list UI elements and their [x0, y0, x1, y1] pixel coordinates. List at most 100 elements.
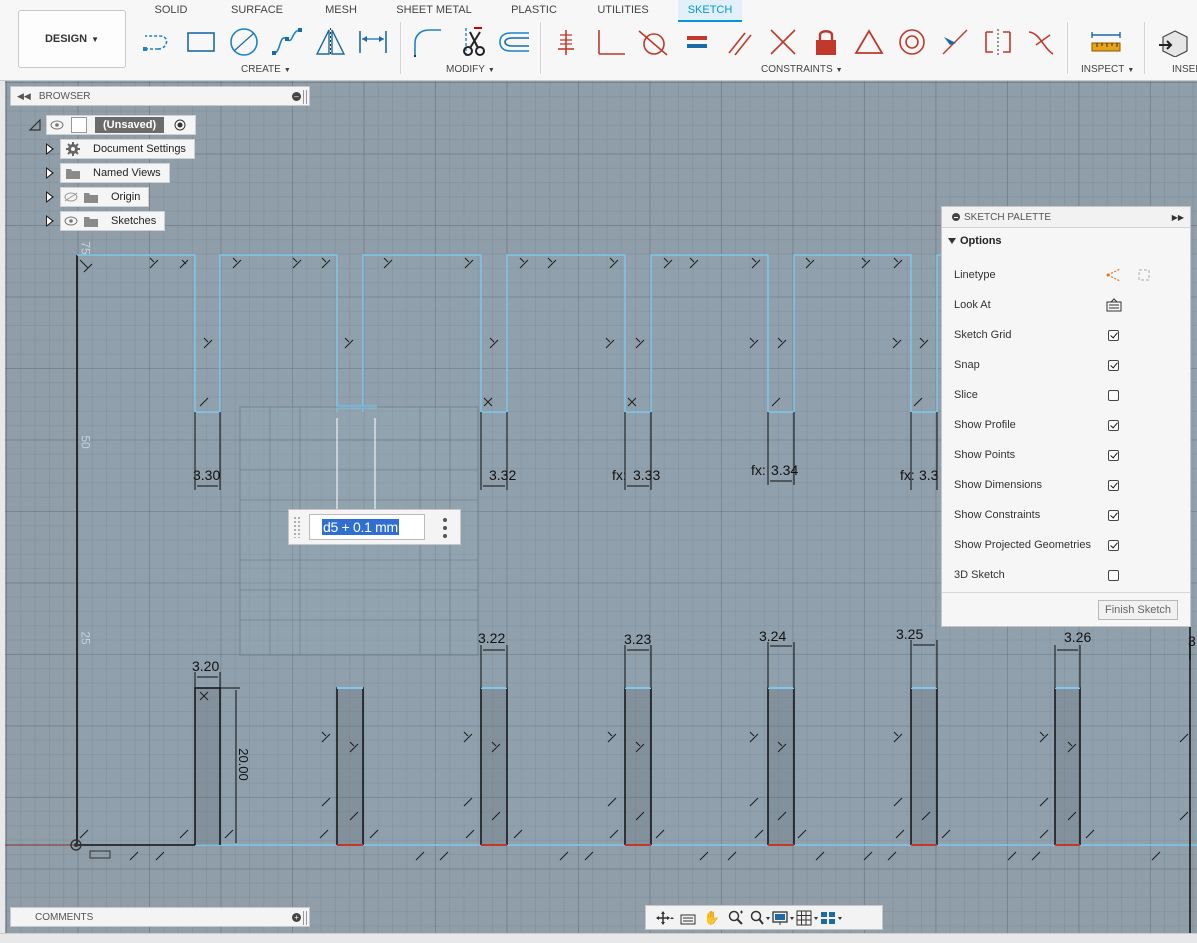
minimize-icon[interactable]: [952, 213, 960, 221]
dimension-label[interactable]: 3.33: [633, 467, 660, 483]
browser-item-origin[interactable]: Origin: [46, 187, 150, 207]
tab-plastic[interactable]: PLASTIC: [506, 0, 562, 20]
tab-mesh[interactable]: MESH: [318, 0, 364, 20]
parallel-constraint-icon[interactable]: [723, 24, 757, 60]
tab-sheet-metal[interactable]: SHEET METAL: [395, 0, 473, 20]
measure-ruler-icon[interactable]: [1089, 24, 1123, 60]
dimension-label[interactable]: 3.23: [624, 631, 651, 647]
finish-sketch-button[interactable]: Finish Sketch: [1098, 600, 1178, 620]
mirror-tool-icon[interactable]: [313, 24, 347, 60]
checkbox-show-dimensions[interactable]: [1108, 479, 1119, 491]
rectangle-tool-icon[interactable]: [184, 24, 218, 60]
tree-node[interactable]: Document Settings: [60, 139, 195, 159]
insert-icon[interactable]: [1156, 24, 1190, 60]
line-tool-icon[interactable]: [141, 24, 175, 60]
expand-triangle-icon[interactable]: [46, 167, 54, 179]
dimension-label[interactable]: 3: [1188, 633, 1196, 649]
spline-tool-icon[interactable]: [270, 24, 304, 60]
checkbox-sketch-grid[interactable]: [1108, 329, 1119, 341]
tree-node[interactable]: Sketches: [60, 211, 166, 231]
fillet-tool-icon[interactable]: [410, 24, 444, 60]
comments-header[interactable]: COMMENTS +: [10, 907, 310, 927]
tangent-constraint-icon[interactable]: [636, 24, 670, 60]
symmetry-triangle-icon[interactable]: [852, 24, 886, 60]
drag-grip-icon[interactable]: [293, 516, 301, 538]
tab-utilities[interactable]: UTILITIES: [594, 0, 652, 20]
dimension-label[interactable]: 3.32: [489, 467, 516, 483]
tree-node[interactable]: Origin: [60, 187, 150, 207]
expand-triangle-icon[interactable]: [46, 143, 54, 155]
eye-hidden-icon[interactable]: [61, 189, 81, 205]
checkbox-show-projected-geometries[interactable]: [1108, 539, 1119, 551]
circle-tool-icon[interactable]: [227, 24, 261, 60]
constraints-menu[interactable]: CONSTRAINTS ▼: [761, 64, 843, 75]
eye-icon[interactable]: [61, 213, 81, 229]
dimension-label[interactable]: 3.34: [771, 462, 798, 478]
panel-grip[interactable]: [303, 911, 307, 925]
look-at-icon[interactable]: [1105, 298, 1123, 315]
more-options-icon[interactable]: [443, 518, 447, 538]
options-section-header[interactable]: Options: [942, 228, 1190, 254]
coincident-constraint-icon[interactable]: [550, 24, 584, 60]
display-settings-icon[interactable]: [772, 908, 796, 928]
fix-lock-icon[interactable]: [809, 24, 843, 60]
viewports-icon[interactable]: [820, 908, 844, 928]
dimension-label[interactable]: 3.25: [896, 626, 923, 642]
add-comment-icon[interactable]: +: [292, 912, 301, 922]
browser-item-sketches[interactable]: Sketches: [46, 211, 166, 231]
minimize-icon[interactable]: –: [292, 91, 301, 101]
checkbox-snap[interactable]: [1108, 359, 1119, 371]
trim-scissors-icon[interactable]: [455, 24, 489, 60]
dimension-label[interactable]: 3.24: [759, 628, 786, 644]
create-menu[interactable]: CREATE ▼: [241, 64, 291, 75]
root-node[interactable]: (Unsaved): [46, 115, 196, 135]
height-dimension-label[interactable]: 20.00: [236, 748, 251, 781]
equal-constraint-icon[interactable]: [680, 24, 714, 60]
dimension-label[interactable]: 3.3: [919, 467, 938, 483]
browser-item-document-settings[interactable]: Document Settings: [46, 139, 195, 159]
panel-grip[interactable]: [303, 90, 307, 104]
dimension-label[interactable]: 3.20: [192, 658, 219, 674]
expand-triangle-icon[interactable]: [46, 215, 54, 227]
offset-tool-icon[interactable]: [497, 24, 531, 60]
construction-line-icon[interactable]: [1106, 267, 1122, 286]
activate-radio-icon[interactable]: [170, 117, 190, 133]
collinear-constraint-icon[interactable]: [938, 24, 972, 60]
eye-icon[interactable]: [47, 117, 67, 133]
look-at-icon[interactable]: [676, 908, 700, 928]
midpoint-constraint-icon[interactable]: [766, 24, 800, 60]
expand-triangle-icon[interactable]: [46, 191, 54, 203]
tree-node[interactable]: Named Views: [60, 163, 170, 183]
checkbox-show-profile[interactable]: [1108, 419, 1119, 431]
browser-root-row[interactable]: (Unsaved): [28, 115, 196, 135]
concentric-constraint-icon[interactable]: [895, 24, 929, 60]
checkbox-3d-sketch[interactable]: [1108, 569, 1119, 581]
dimension-label[interactable]: 3.26: [1064, 629, 1091, 645]
dimension-label[interactable]: 3.22: [478, 630, 505, 646]
dimension-value-input[interactable]: d5 + 0.1 mm: [309, 514, 425, 540]
collapse-palette-icon[interactable]: ▶▶: [1172, 213, 1184, 222]
curvature-constraint-icon[interactable]: [1024, 24, 1058, 60]
zoom-icon[interactable]: [724, 908, 748, 928]
browser-item-named-views[interactable]: Named Views: [46, 163, 170, 183]
dimension-label[interactable]: 3.30: [193, 467, 220, 483]
checkbox-show-constraints[interactable]: [1108, 509, 1119, 521]
centerline-icon[interactable]: [1136, 267, 1152, 286]
checkbox-show-points[interactable]: [1108, 449, 1119, 461]
tab-surface[interactable]: SURFACE: [228, 0, 286, 20]
tab-solid[interactable]: SOLID: [148, 0, 194, 20]
collapse-triangle-icon[interactable]: [28, 119, 42, 131]
orbit-icon[interactable]: [652, 908, 676, 928]
workspace-switcher[interactable]: DESIGN ▼: [18, 10, 126, 68]
grid-settings-icon[interactable]: [796, 908, 820, 928]
checkbox-slice[interactable]: [1108, 389, 1119, 401]
collapse-browser-icon[interactable]: ◀◀: [17, 91, 31, 102]
dimension-tool-icon[interactable]: [356, 24, 390, 60]
inspect-menu[interactable]: INSPECT ▼: [1081, 64, 1134, 75]
symmetric-constraint-icon[interactable]: [981, 24, 1015, 60]
insert-menu[interactable]: INSER: [1172, 64, 1197, 75]
modify-menu[interactable]: MODIFY ▼: [446, 64, 495, 75]
zoom-window-icon[interactable]: [748, 908, 772, 928]
tab-sketch[interactable]: SKETCH: [678, 0, 742, 22]
pan-hand-icon[interactable]: ✋: [700, 908, 724, 928]
